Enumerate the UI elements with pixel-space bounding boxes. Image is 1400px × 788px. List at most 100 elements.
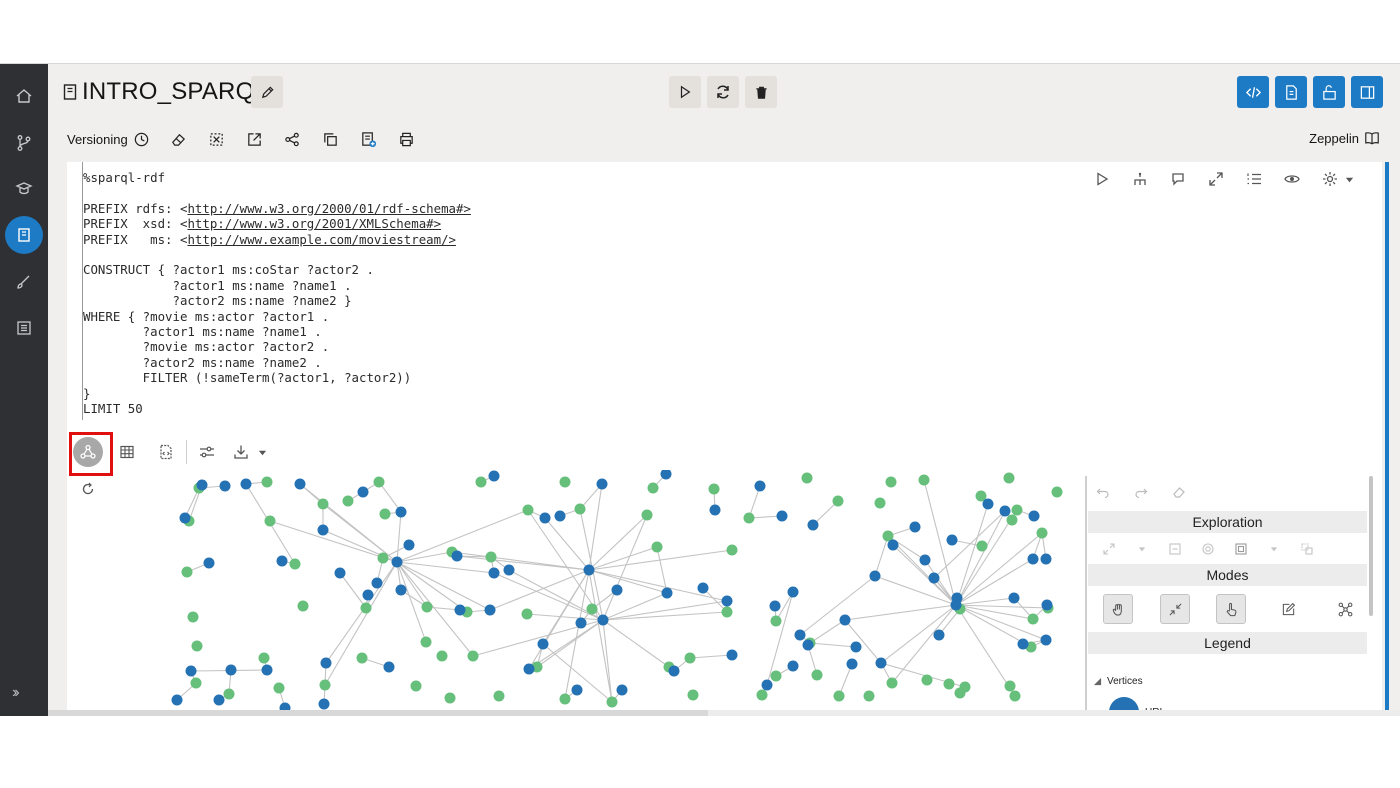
code-editor[interactable]: %sparql-rdf PREFIX rdfs: <http://www.w3.… (83, 170, 471, 417)
versioning-label[interactable]: Versioning (67, 132, 128, 147)
literal-vertex[interactable] (559, 693, 571, 705)
literal-vertex[interactable] (420, 636, 432, 648)
uri-vertex[interactable] (395, 506, 407, 518)
graph-edge[interactable] (874, 535, 890, 577)
ungroup-icon[interactable] (1299, 541, 1315, 557)
literal-vertex[interactable] (261, 476, 273, 488)
literal-vertex[interactable] (467, 650, 479, 662)
expand-dropdown-icon[interactable] (1134, 541, 1150, 557)
uri-vertex[interactable] (616, 684, 628, 696)
uri-vertex[interactable] (787, 586, 799, 598)
literal-vertex[interactable] (651, 541, 663, 553)
code-file-icon[interactable] (157, 443, 175, 461)
expand-selection-icon[interactable] (1101, 541, 1117, 557)
edit-title-button[interactable] (251, 76, 283, 108)
literal-vertex[interactable] (1036, 527, 1048, 539)
zeppelin-link[interactable]: Zeppelin (1309, 130, 1380, 146)
graph-edge[interactable] (588, 569, 614, 703)
uri-vertex[interactable] (294, 478, 306, 490)
code-line[interactable]: PREFIX xsd: <http://www.w3.org/2001/XMLS… (83, 216, 441, 231)
uri-vertex[interactable] (539, 512, 551, 524)
select-mode-button[interactable] (1216, 594, 1246, 624)
literal-vertex[interactable] (410, 680, 422, 692)
run-all-button[interactable] (669, 76, 701, 108)
uri-vertex[interactable] (999, 505, 1011, 517)
literal-vertex[interactable] (811, 669, 823, 681)
graph-edge[interactable] (891, 604, 957, 684)
uri-vertex[interactable] (726, 649, 738, 661)
literal-vertex[interactable] (373, 476, 385, 488)
literal-vertex[interactable] (801, 472, 813, 484)
delete-button[interactable] (745, 76, 777, 108)
uri-vertex[interactable] (371, 577, 383, 589)
uri-vertex[interactable] (320, 657, 332, 669)
code-line[interactable]: %sparql-rdf (83, 170, 165, 185)
literal-vertex[interactable] (885, 476, 897, 488)
uri-vertex[interactable] (769, 600, 781, 612)
uri-vertex[interactable] (219, 480, 231, 492)
uri-vertex[interactable] (721, 595, 733, 607)
literal-vertex[interactable] (522, 504, 534, 516)
literal-vertex[interactable] (606, 696, 618, 708)
learn-nav-icon[interactable] (4, 169, 44, 209)
uri-vertex[interactable] (171, 694, 183, 706)
export-icon[interactable] (246, 130, 264, 148)
graph-edge[interactable] (396, 509, 529, 563)
uri-vertex[interactable] (451, 550, 463, 562)
document-view-button[interactable] (1275, 76, 1307, 108)
graph-edge[interactable] (689, 654, 733, 661)
graph-edge[interactable] (602, 609, 728, 621)
literal-vertex[interactable] (181, 566, 193, 578)
edit-mode-button[interactable] (1273, 594, 1303, 624)
graph-edge[interactable] (396, 561, 428, 608)
graph-edge[interactable] (809, 640, 857, 648)
literal-vertex[interactable] (1011, 504, 1023, 516)
graph-edge[interactable] (378, 481, 402, 513)
uri-vertex[interactable] (203, 557, 215, 569)
expand-icon[interactable] (1207, 170, 1225, 188)
code-line[interactable]: FILTER (!sameTerm(?actor1, ?actor2)) (83, 370, 412, 385)
download-dropdown-icon[interactable] (253, 443, 271, 461)
table-icon[interactable] (118, 443, 136, 461)
literal-vertex[interactable] (770, 670, 782, 682)
code-line[interactable]: ?movie ms:actor ?actor2 . (83, 339, 330, 354)
literal-vertex[interactable] (726, 544, 738, 556)
literal-vertex[interactable] (918, 474, 930, 486)
literal-vertex[interactable] (921, 674, 933, 686)
download-icon[interactable] (232, 443, 250, 461)
uri-vertex[interactable] (179, 512, 191, 524)
add-paragraph-icon[interactable] (360, 130, 378, 148)
graph-visualization-button[interactable] (69, 432, 113, 476)
uri-vertex[interactable] (846, 658, 858, 670)
uri-vertex[interactable] (213, 694, 225, 706)
uri-vertex[interactable] (754, 480, 766, 492)
undo-icon[interactable] (1095, 484, 1111, 500)
expand-sidebar-icon[interactable]: ›› (12, 684, 19, 702)
code-url[interactable]: http://www.example.com/moviestream/> (187, 232, 456, 247)
graph-edge[interactable] (588, 547, 733, 571)
panel-toggle-button[interactable] (1351, 76, 1383, 108)
uri-vertex[interactable] (611, 584, 623, 596)
code-line[interactable]: ?actor2 ms:name ?name2 . (83, 355, 322, 370)
group-dropdown-icon[interactable] (1266, 541, 1282, 557)
uri-vertex[interactable] (850, 641, 862, 653)
literal-vertex[interactable] (444, 692, 456, 704)
literal-vertex[interactable] (421, 601, 433, 613)
literal-vertex[interactable] (721, 606, 733, 618)
uri-vertex[interactable] (484, 604, 496, 616)
code-line[interactable]: CONSTRUCT { ?actor1 ms:coStar ?actor2 . (83, 262, 374, 277)
uri-vertex[interactable] (488, 470, 500, 482)
graph-edge[interactable] (955, 509, 1018, 606)
literal-vertex[interactable] (641, 509, 653, 521)
literal-vertex[interactable] (687, 689, 699, 701)
clear-output-icon[interactable] (208, 130, 226, 148)
literal-vertex[interactable] (954, 687, 966, 699)
uri-vertex[interactable] (1040, 553, 1052, 565)
run-paragraph-icon[interactable] (1093, 170, 1111, 188)
unlock-button[interactable] (1313, 76, 1345, 108)
literal-vertex[interactable] (559, 476, 571, 488)
graph-edge[interactable] (339, 572, 367, 609)
uri-vertex[interactable] (709, 504, 721, 516)
literal-vertex[interactable] (863, 690, 875, 702)
uri-vertex[interactable] (357, 486, 369, 498)
